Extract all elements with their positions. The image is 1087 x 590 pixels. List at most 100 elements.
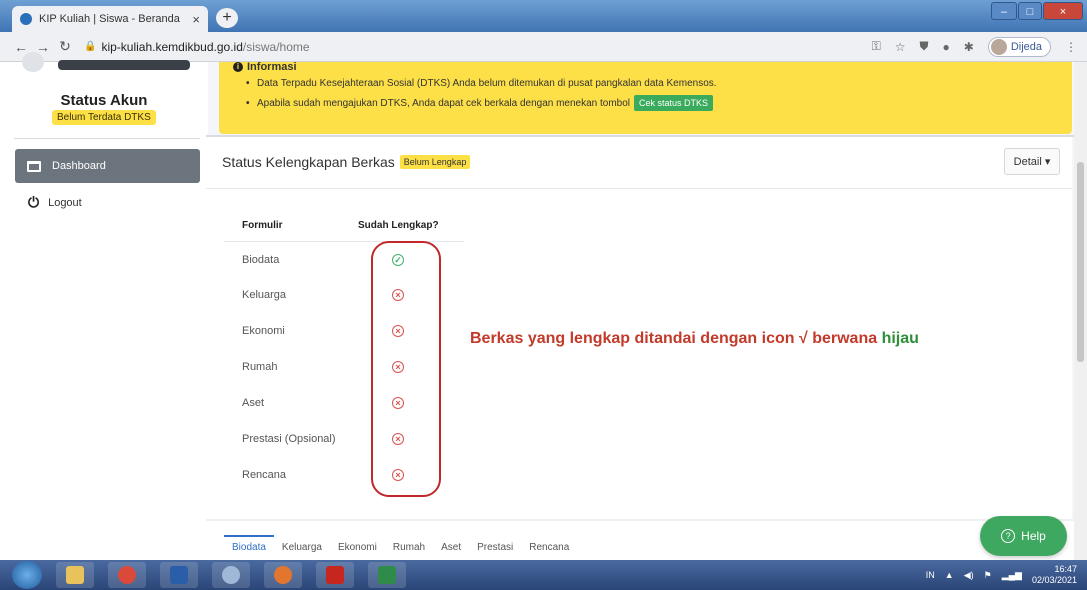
info-icon: i bbox=[233, 62, 243, 72]
tab-biodata[interactable]: Biodata bbox=[224, 535, 274, 557]
lock-icon: 🔒 bbox=[84, 41, 97, 52]
network-icon[interactable]: ▂▄▆ bbox=[1002, 570, 1022, 581]
sidebar-item-label: Logout bbox=[48, 196, 82, 209]
column-header-status: Sudah Lengkap? bbox=[358, 220, 439, 231]
minimize-button[interactable]: – bbox=[991, 2, 1017, 20]
system-tray: IN ▲ ◀) ⚑ ▂▄▆ 16:47 02/03/2021 bbox=[926, 564, 1087, 586]
info-line-text: Data Terpadu Kesejahteraan Sosial (DTKS)… bbox=[257, 78, 717, 89]
start-button[interactable] bbox=[12, 561, 42, 589]
question-icon: ? bbox=[1001, 529, 1016, 543]
bullet-icon: • bbox=[246, 78, 250, 89]
tab-close-icon[interactable]: × bbox=[192, 12, 200, 27]
sidebar-item-dashboard[interactable]: Dashboard bbox=[15, 149, 200, 183]
taskbar-acrobat[interactable] bbox=[316, 562, 354, 588]
key-icon[interactable]: ⚿ bbox=[872, 39, 881, 54]
form-label: Rumah bbox=[242, 361, 278, 373]
site-favicon-icon bbox=[20, 13, 32, 25]
tab-rumah[interactable]: Rumah bbox=[385, 535, 433, 557]
info-heading-text: Informasi bbox=[247, 61, 297, 73]
tab-ekonomi[interactable]: Ekonomi bbox=[330, 535, 385, 557]
taskbar-chrome[interactable] bbox=[108, 562, 146, 588]
info-line-text: Apabila sudah mengajukan DTKS, Anda dapa… bbox=[257, 97, 631, 109]
info-heading: i Informasi bbox=[233, 61, 297, 73]
status-badge: Belum Terdata DTKS bbox=[52, 110, 156, 125]
form-label: Rencana bbox=[242, 469, 287, 481]
chrome-icon bbox=[118, 566, 136, 584]
window-controls: – □ × bbox=[991, 2, 1083, 20]
card-title-text: Status Kelengkapan Berkas bbox=[222, 154, 395, 170]
form-label: Prestasi (Opsional) bbox=[242, 433, 336, 445]
windows-taskbar: IN ▲ ◀) ⚑ ▂▄▆ 16:47 02/03/2021 bbox=[0, 560, 1087, 590]
help-button[interactable]: ? Help bbox=[980, 516, 1067, 556]
firefox-icon bbox=[274, 566, 292, 584]
language-indicator[interactable]: IN bbox=[926, 570, 935, 580]
sidebar-item-logout[interactable]: ⏻ Logout bbox=[28, 194, 82, 211]
taskbar-excel[interactable] bbox=[368, 562, 406, 588]
card-header: Status Kelengkapan Berkas Belum Lengkap … bbox=[206, 137, 1072, 189]
cek-status-dtks-button[interactable]: Cek status DTKS bbox=[634, 95, 714, 111]
close-window-button[interactable]: × bbox=[1043, 2, 1083, 20]
bullet-icon: • bbox=[246, 97, 250, 109]
detail-dropdown-button[interactable]: Detail ▾ bbox=[1004, 148, 1060, 175]
avatar bbox=[990, 38, 1007, 55]
user-avatar bbox=[22, 52, 44, 72]
volume-icon[interactable]: ◀) bbox=[964, 570, 974, 581]
form-label: Keluarga bbox=[242, 289, 287, 301]
url-field[interactable]: 🔒 kip-kuliah.kemdikbud.go.id /siswa/home bbox=[84, 40, 310, 54]
scrollbar-thumb[interactable] bbox=[1077, 162, 1084, 362]
power-icon: ⏻ bbox=[28, 194, 40, 210]
sidebar-item-label: Dashboard bbox=[52, 160, 106, 172]
browser-menu-icon[interactable]: ⋮ bbox=[1065, 40, 1077, 54]
account-id-badge bbox=[58, 60, 190, 70]
tray-arrow-icon[interactable]: ▲ bbox=[945, 570, 954, 580]
annotation-main: Berkas yang lengkap ditandai dengan icon… bbox=[470, 330, 878, 347]
berkas-status-card: Status Kelengkapan Berkas Belum Lengkap … bbox=[206, 137, 1072, 519]
new-tab-button[interactable]: + bbox=[216, 8, 238, 28]
tab-prestasi[interactable]: Prestasi bbox=[469, 535, 521, 557]
tab-keluarga[interactable]: Keluarga bbox=[274, 535, 330, 557]
tab-rencana[interactable]: Rencana bbox=[521, 535, 577, 557]
extension-shield-icon[interactable]: ⛊ bbox=[919, 39, 928, 54]
form-label: Ekonomi bbox=[242, 325, 285, 337]
annotation-highlight: hijau bbox=[881, 330, 919, 347]
app-icon bbox=[222, 566, 240, 584]
maximize-button[interactable]: □ bbox=[1018, 2, 1042, 20]
card-title: Status Kelengkapan Berkas Belum Lengkap bbox=[222, 154, 471, 170]
clock[interactable]: 16:47 02/03/2021 bbox=[1032, 564, 1077, 586]
profile-button[interactable]: Dijeda bbox=[987, 36, 1051, 57]
excel-icon bbox=[378, 566, 396, 584]
form-label: Aset bbox=[242, 397, 265, 409]
taskbar-word[interactable] bbox=[160, 562, 198, 588]
url-host: kip-kuliah.kemdikbud.go.id bbox=[101, 39, 243, 54]
flag-icon[interactable]: ⚑ bbox=[984, 570, 992, 581]
folder-icon bbox=[66, 566, 84, 584]
pdf-icon bbox=[326, 566, 344, 584]
dashboard-icon bbox=[27, 160, 41, 172]
taskbar-app[interactable] bbox=[212, 562, 250, 588]
status-title: Status Akun bbox=[60, 92, 148, 109]
clock-date: 02/03/2021 bbox=[1031, 575, 1077, 585]
extension-globe-icon[interactable]: ● bbox=[943, 40, 950, 54]
sidebar: Status Akun Belum Terdata DTKS Dashboard… bbox=[0, 52, 208, 560]
taskbar-firefox[interactable] bbox=[264, 562, 302, 588]
completeness-badge: Belum Lengkap bbox=[399, 155, 471, 169]
address-bar: ← → ↻ 🔒 kip-kuliah.kemdikbud.go.id /sisw… bbox=[0, 32, 1087, 62]
extensions-puzzle-icon[interactable]: ✱ bbox=[964, 40, 974, 54]
column-header-formulir: Formulir bbox=[242, 220, 283, 231]
word-icon bbox=[170, 566, 188, 584]
reload-icon[interactable]: ↻ bbox=[54, 38, 76, 55]
tab-aset[interactable]: Aset bbox=[433, 535, 469, 557]
browser-tab[interactable]: KIP Kuliah | Siswa - Beranda × bbox=[12, 6, 208, 32]
tab-title: KIP Kuliah | Siswa - Beranda bbox=[39, 13, 180, 25]
clock-time: 16:47 bbox=[1054, 564, 1077, 574]
url-path: /siswa/home bbox=[242, 39, 310, 54]
profile-name: Dijeda bbox=[1010, 40, 1042, 53]
taskbar-explorer[interactable] bbox=[56, 562, 94, 588]
info-alert: i Informasi • Data Terpadu Kesejahteraan… bbox=[219, 61, 1072, 134]
sidebar-divider bbox=[14, 138, 200, 139]
annotation-text: Berkas yang lengkap ditandai dengan icon… bbox=[470, 330, 919, 348]
scrollbar[interactable] bbox=[1074, 62, 1087, 560]
highlight-outline bbox=[371, 241, 441, 497]
form-label: Biodata bbox=[242, 254, 280, 266]
bookmark-star-icon[interactable]: ☆ bbox=[895, 40, 906, 54]
